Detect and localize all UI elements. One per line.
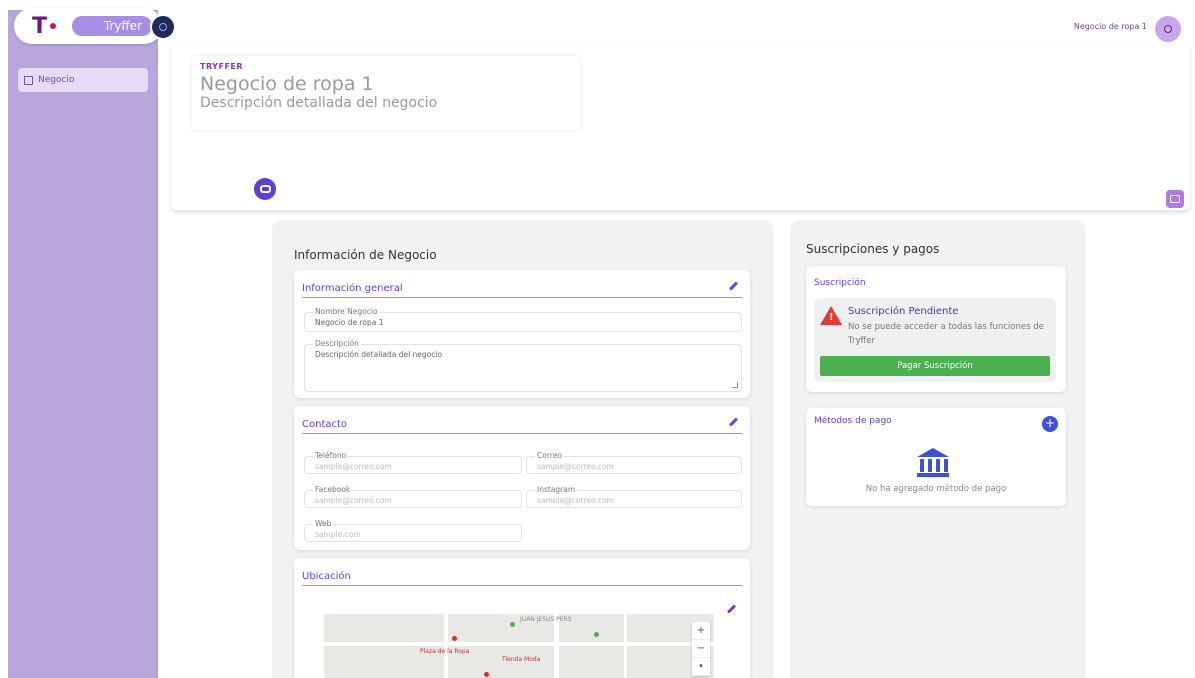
empty-payment-message: No ha agregado método de pago <box>865 484 1007 494</box>
avatar[interactable] <box>1155 16 1181 42</box>
description-value: Descripción detallada del negocio <box>315 350 443 359</box>
instagram-placeholder: sample@correo.com <box>537 496 614 505</box>
resize-handle-icon[interactable] <box>732 382 738 388</box>
warning-mark: ! <box>829 312 834 323</box>
alert-title: Suscripción Pendiente <box>848 306 959 317</box>
phone-label: Teléfono <box>313 451 349 460</box>
subscription-alert: ! Suscripción Pendiente No se puede acce… <box>814 298 1056 382</box>
phone-placeholder: sample@correo.com <box>315 462 392 471</box>
subscriptions-title: Suscripciones y pagos <box>806 242 940 256</box>
business-name-field[interactable]: Nombre Negocio Negocio de ropa 1 <box>304 307 742 332</box>
map-road <box>624 614 627 678</box>
change-cover-button[interactable] <box>1166 190 1184 208</box>
subscription-heading: Suscripción <box>814 278 866 288</box>
alert-message: No se puede acceder a todas las funcione… <box>848 322 1044 346</box>
web-field[interactable]: Web sample.com <box>304 519 522 542</box>
sidebar-toggle-button[interactable] <box>150 14 176 40</box>
brand-name: Tryffer <box>72 16 152 36</box>
facebook-placeholder: sample@correo.com <box>315 496 392 505</box>
banner-info-card: TRYFFER Negocio de ropa 1 Descripción de… <box>192 56 580 130</box>
sidebar-item-label: Negocio <box>38 75 75 85</box>
email-placeholder: sample@correo.com <box>537 462 614 471</box>
payment-methods-heading: Métodos de pago <box>814 416 892 426</box>
contact-header: Contacto <box>302 412 742 434</box>
zoom-in-button[interactable]: + <box>692 622 710 640</box>
location-card: Ubicación JUAN JESUS PERS Plaza de la Ro… <box>294 558 750 678</box>
map-pin-icon <box>594 632 599 637</box>
facebook-label: Facebook <box>313 485 353 494</box>
topbar-business-name[interactable]: Negocio de ropa 1 <box>1074 22 1147 31</box>
map-street-label: JUAN JESUS PERS <box>520 616 572 623</box>
locate-button[interactable]: • <box>692 658 710 676</box>
pay-subscription-button[interactable]: Pagar Suscripción <box>820 356 1050 376</box>
logo-icon: T <box>32 14 56 39</box>
web-placeholder: sample.com <box>315 530 361 539</box>
instagram-label: Instagram <box>535 485 578 494</box>
map-pin-icon <box>452 636 457 641</box>
logo-pill[interactable]: T Tryffer <box>14 8 176 44</box>
email-label: Correo <box>535 451 564 460</box>
phone-field[interactable]: Teléfono sample@correo.com <box>304 451 522 474</box>
app-root: T Tryffer Negocio Negocio de ropa 1 TRYF… <box>0 0 1195 678</box>
change-logo-button[interactable] <box>254 178 276 200</box>
business-info-panel: Información de Negocio Información gener… <box>272 220 774 678</box>
description-label: Descripción <box>313 339 361 348</box>
web-label: Web <box>313 519 334 528</box>
business-name-label: Nombre Negocio <box>313 307 380 316</box>
general-info-heading: Información general <box>302 283 403 294</box>
map-road <box>554 614 559 678</box>
map-road <box>324 642 714 646</box>
location-header: Ubicación <box>302 564 742 586</box>
payment-methods-card: Métodos de pago + No ha agregado método … <box>806 408 1066 506</box>
zoom-out-button[interactable]: − <box>692 640 710 658</box>
description-field[interactable]: Descripción Descripción detallada del ne… <box>304 339 742 392</box>
facebook-field[interactable]: Facebook sample@correo.com <box>304 485 522 508</box>
location-map[interactable]: JUAN JESUS PERS Plaza de la Ropa Tienda … <box>324 614 714 678</box>
location-heading: Ubicación <box>302 571 351 582</box>
general-info-header: Información general <box>302 276 742 298</box>
map-zoom-controls: + − • <box>692 622 710 676</box>
instagram-field[interactable]: Instagram sample@correo.com <box>526 485 742 508</box>
subscription-card: Suscripción ! Suscripción Pendiente No s… <box>806 266 1066 392</box>
business-name-value: Negocio de ropa 1 <box>315 318 384 327</box>
banner-tag: TRYFFER <box>200 62 244 71</box>
add-payment-method-button[interactable]: + <box>1042 416 1058 432</box>
sidebar-item-negocio[interactable]: Negocio <box>18 68 148 92</box>
sidebar <box>8 10 158 678</box>
map-pin-icon <box>484 672 489 677</box>
business-info-title: Información de Negocio <box>294 248 437 262</box>
email-field[interactable]: Correo sample@correo.com <box>526 451 742 474</box>
map-poi-label: Tienda Moda <box>502 656 541 663</box>
edit-location-pencil-icon[interactable] <box>726 604 736 614</box>
edit-contact-pencil-icon[interactable] <box>728 417 738 427</box>
image-icon <box>1170 195 1180 203</box>
edit-general-pencil-icon[interactable] <box>728 281 738 291</box>
camera-icon <box>259 185 271 193</box>
banner-title: Negocio de ropa 1 <box>200 73 374 95</box>
banner-description: Descripción detallada del negocio <box>200 95 438 111</box>
contact-card: Contacto Teléfono sample@correo.com Corr… <box>294 406 750 550</box>
bank-icon <box>916 448 950 480</box>
contact-heading: Contacto <box>302 419 348 430</box>
user-icon <box>1164 25 1172 33</box>
subscriptions-panel: Suscripciones y pagos Suscripción ! Susc… <box>790 220 1086 678</box>
map-road <box>444 614 448 678</box>
business-banner: TRYFFER Negocio de ropa 1 Descripción de… <box>172 44 1190 210</box>
calendar-icon <box>24 75 33 85</box>
general-info-card: Información general Nombre Negocio Negoc… <box>294 270 750 398</box>
map-pin-icon <box>510 622 515 627</box>
toggle-icon <box>159 23 167 31</box>
map-poi-label: Plaza de la Ropa <box>420 648 470 655</box>
